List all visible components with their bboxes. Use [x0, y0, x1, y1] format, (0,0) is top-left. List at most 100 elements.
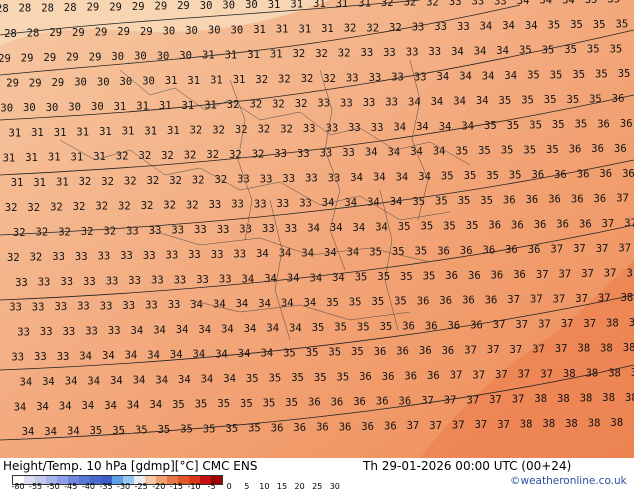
temperature-label: 37: [624, 218, 634, 230]
temperature-label: 32: [73, 201, 86, 213]
temperature-label: 33: [106, 275, 119, 287]
temperature-label: 36: [445, 270, 458, 282]
temperature-label: 33: [108, 325, 121, 337]
temperature-label: 32: [235, 124, 248, 136]
temperature-label: 31: [3, 152, 16, 164]
temperature-label: 33: [188, 249, 201, 261]
temperature-label: 35: [501, 145, 514, 157]
temperature-label: 31: [167, 125, 180, 137]
product-title: Height/Temp. 10 hPa [gdmp][°C] CMC ENS: [3, 459, 258, 473]
temperature-label: 36: [468, 270, 481, 282]
copyright-link[interactable]: ©weatheronline.co.uk: [510, 475, 627, 487]
temperature-label: 35: [618, 68, 631, 80]
temperature-label: 33: [449, 0, 462, 8]
temperature-label: 32: [295, 98, 308, 110]
temperature-label: 37: [510, 344, 523, 356]
temperature-label: 37: [559, 268, 572, 280]
temperature-label: 37: [495, 369, 508, 381]
temperature-label: 35: [593, 19, 606, 31]
temperature-label: 33: [285, 223, 298, 235]
temperature-label: 31: [210, 75, 223, 87]
temperature-label: 34: [347, 247, 360, 259]
temperature-label: 34: [147, 349, 160, 361]
temperature-label: 32: [79, 176, 92, 188]
temperature-label: 35: [246, 373, 259, 385]
temperature-label: 35: [312, 322, 325, 334]
temperature-label: 33: [371, 122, 384, 134]
temperature-label: 30: [120, 76, 133, 88]
temperature-label: 34: [110, 375, 123, 387]
temperature-label: 35: [394, 296, 407, 308]
color-scale-label: -10: [187, 482, 201, 490]
temperature-label: 35: [421, 221, 434, 233]
temperature-label: 32: [50, 201, 63, 213]
temperature-label: 38: [610, 417, 623, 429]
temperature-label: 35: [195, 399, 208, 411]
temperature-label: 35: [466, 220, 479, 232]
temperature-label: 34: [365, 147, 378, 159]
temperature-label: 34: [310, 272, 323, 284]
weather-map-panel: 2828282829292929293030303131313131323232…: [0, 0, 634, 490]
color-scale-label: -55: [29, 482, 43, 490]
temperature-label: 29: [29, 77, 42, 89]
temperature-label: 35: [552, 119, 565, 131]
temperature-label: 32: [301, 73, 314, 85]
temperature-label: 33: [342, 147, 355, 159]
temperature-label: 31: [321, 23, 334, 35]
temperature-label: 35: [529, 119, 542, 131]
temperature-label: 35: [398, 221, 411, 233]
temperature-label: 38: [578, 343, 591, 355]
temperature-label: 28: [27, 28, 40, 40]
temperature-label: 37: [627, 267, 634, 279]
temperature-label: 34: [133, 375, 146, 387]
temperature-label: 35: [572, 69, 585, 81]
temperature-label: 38: [534, 393, 547, 405]
temperature-label: 38: [625, 392, 634, 404]
temperature-label: 37: [507, 294, 520, 306]
temperature-label: 36: [462, 295, 475, 307]
temperature-label: 34: [264, 273, 277, 285]
temperature-label: 33: [434, 21, 447, 33]
temperature-label: 35: [548, 20, 561, 32]
temperature-label: 30: [222, 0, 235, 12]
temperature-label: 37: [581, 268, 594, 280]
color-scale-label: 30: [329, 482, 340, 490]
temperature-label: 36: [308, 397, 321, 409]
temperature-label: 32: [280, 123, 293, 135]
temperature-label: 36: [439, 295, 452, 307]
temperature-label: 34: [127, 400, 140, 412]
temperature-label: 35: [415, 246, 428, 258]
temperature-label: 37: [515, 319, 528, 331]
temperature-label: 30: [185, 25, 198, 37]
temperature-label: 37: [540, 368, 553, 380]
temperature-label: 34: [375, 221, 388, 233]
temperature-label: 34: [393, 122, 406, 134]
temperature-label: 34: [416, 121, 429, 133]
temperature-label: 38: [580, 393, 593, 405]
temperature-label: 33: [128, 275, 141, 287]
temperature-label: 30: [91, 101, 104, 113]
temperature-label: 29: [109, 1, 122, 13]
temperature-label: 35: [203, 423, 216, 435]
temperature-label: 34: [562, 0, 575, 6]
temperature-label: 30: [97, 76, 110, 88]
temperature-label: 34: [390, 196, 403, 208]
color-scale-label: 0: [226, 482, 232, 490]
temperature-label: 35: [527, 70, 540, 82]
temperature-label: 33: [346, 72, 359, 84]
temperature-label: 38: [565, 418, 578, 430]
temperature-label: 34: [198, 324, 211, 336]
temperature-label: 36: [374, 346, 387, 358]
temperature-label: 31: [225, 49, 238, 61]
temperature-label: 35: [423, 271, 436, 283]
temperature-label: 33: [472, 0, 485, 8]
temperature-label: 31: [71, 151, 84, 163]
color-scale-label: -80: [11, 482, 25, 490]
temperature-label: 34: [396, 171, 409, 183]
temperature-label: 34: [193, 349, 206, 361]
temperature-label: 36: [526, 194, 539, 206]
temperature-label: 33: [17, 327, 30, 339]
temperature-label: 28: [0, 3, 9, 15]
temperature-label: 29: [132, 1, 145, 13]
temperature-label: 35: [458, 195, 471, 207]
